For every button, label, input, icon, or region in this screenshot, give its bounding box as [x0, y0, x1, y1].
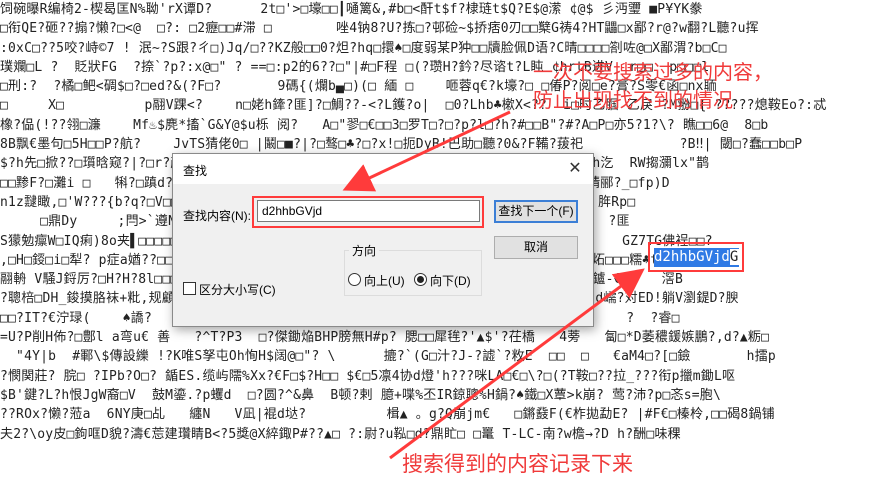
bottom-annotation: 搜索得到的内容记录下来: [402, 452, 633, 476]
arrow-to-input: [342, 110, 511, 192]
top-annotation: 一次不要搜索过多的内容， 防止出现找不到的情况: [533, 60, 773, 112]
arrow-to-match: [389, 268, 645, 460]
